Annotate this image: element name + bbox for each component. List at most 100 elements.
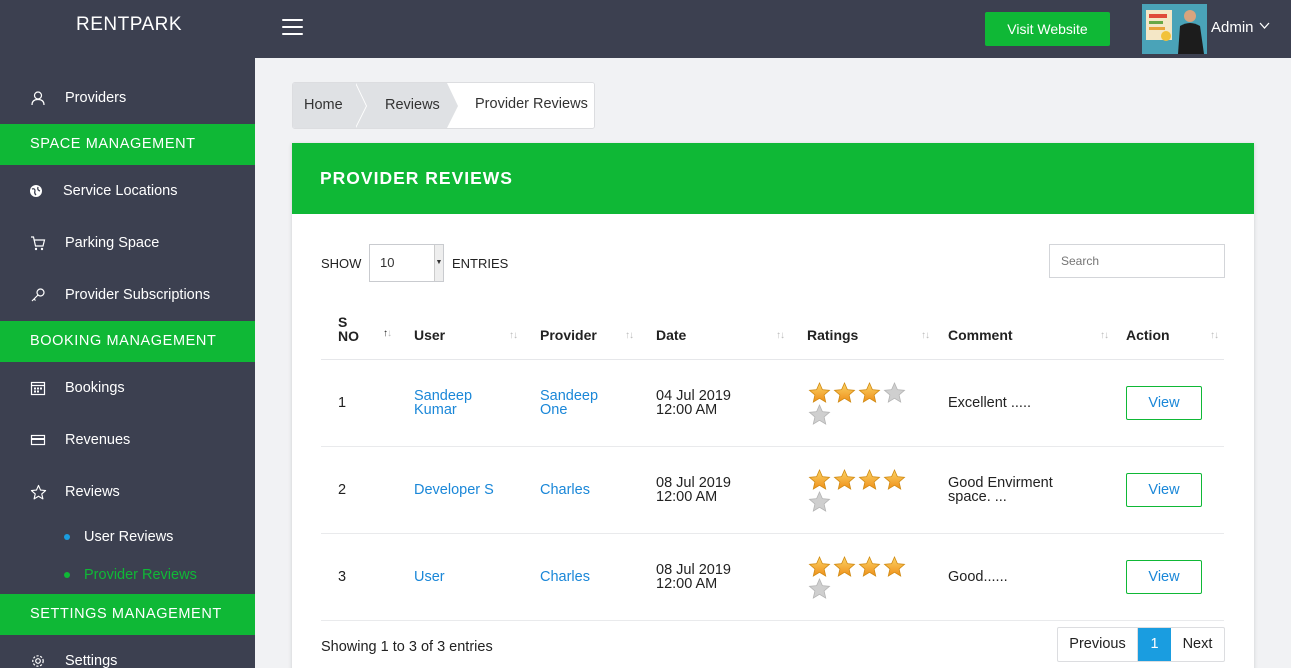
table-row: 2 Developer S Charles 08 Jul 2019 12:00 AM G… xyxy=(321,446,1224,534)
next-page-button[interactable]: Next xyxy=(1171,628,1224,661)
sidebar-item-label: Reviews xyxy=(65,484,120,500)
column-header-label: User xyxy=(414,326,446,343)
sidebar-section-booking-management: BOOKING MANAGEMENT xyxy=(0,321,255,362)
reviews-table: S NO ↑↓ User ↑↓ Provider ↑↓ Date ↑↓ Ratings ↑↓… xyxy=(321,303,1224,621)
star-filled-icon xyxy=(833,381,856,403)
bullet-icon xyxy=(64,572,70,578)
admin-menu-label[interactable]: Admin xyxy=(1211,19,1254,36)
star-filled-icon xyxy=(833,555,856,577)
column-header-sno[interactable]: S NO ↑↓ xyxy=(321,303,396,360)
page-size-select[interactable]: 10 ▼ xyxy=(369,244,444,282)
provider-link[interactable]: Sandeep One xyxy=(540,388,598,418)
top-bar: RENTPARK Visit Website Admin xyxy=(0,0,1291,58)
cell-provider: Sandeep One xyxy=(523,359,639,447)
user-icon xyxy=(29,89,47,107)
sidebar-item-label: Provider Subscriptions xyxy=(65,287,211,303)
table-row: 1 Sandeep Kumar Sandeep One 04 Jul 2019 12:… xyxy=(321,359,1224,447)
column-header-user[interactable]: User ↑↓ xyxy=(396,303,523,360)
cell-sno: 2 xyxy=(321,446,396,534)
menu-toggle-icon[interactable] xyxy=(282,19,303,37)
star-filled-icon xyxy=(883,555,906,577)
show-label: SHOW xyxy=(321,256,362,271)
star-filled-icon xyxy=(808,468,831,490)
sidebar-subitem-provider-reviews[interactable]: Provider Reviews xyxy=(0,560,255,590)
view-button[interactable]: View xyxy=(1126,559,1202,594)
sidebar-item-label: Providers xyxy=(65,90,127,106)
visit-website-button[interactable]: Visit Website xyxy=(985,12,1110,46)
star-rating xyxy=(807,381,911,425)
cell-provider: Charles xyxy=(523,533,639,621)
sort-icon: ↑↓ xyxy=(509,329,518,341)
star-filled-icon xyxy=(808,555,831,577)
sidebar-item-label: Service Locations xyxy=(63,183,178,199)
star-filled-icon xyxy=(858,381,881,403)
provider-reviews-card: PROVIDER REVIEWS SHOW 10 ▼ ENTRIES SNO ↑↓… xyxy=(292,143,1254,668)
sidebar-item-label: Revenues xyxy=(65,432,131,448)
provider-link[interactable]: Charles xyxy=(540,569,590,585)
sidebar-item-reviews[interactable]: Reviews xyxy=(0,472,255,512)
view-button[interactable]: View xyxy=(1126,385,1202,420)
sort-icon: ↑↓ xyxy=(776,329,785,341)
cell-action: View xyxy=(1114,533,1224,621)
breadcrumb-reviews[interactable]: Reviews xyxy=(355,83,459,128)
cell-ratings xyxy=(790,533,935,621)
cell-sno: 1 xyxy=(321,359,396,447)
page-size-value: 10 xyxy=(380,255,395,270)
user-link[interactable]: Sandeep Kumar xyxy=(414,388,472,418)
star-empty-icon xyxy=(808,490,831,512)
cell-action: View xyxy=(1114,359,1224,447)
view-button[interactable]: View xyxy=(1126,472,1202,507)
sidebar-item-bookings[interactable]: Bookings xyxy=(0,368,255,408)
star-filled-icon xyxy=(833,468,856,490)
avatar[interactable] xyxy=(1142,4,1207,54)
column-header-label: Comment xyxy=(948,326,1013,343)
entries-label: ENTRIES xyxy=(452,256,509,271)
gear-icon xyxy=(29,652,47,668)
sidebar-item-label: Parking Space xyxy=(65,235,160,251)
search-input[interactable] xyxy=(1049,244,1225,278)
select-caret-icon: ▼ xyxy=(434,245,443,281)
user-link[interactable]: Developer S xyxy=(414,482,494,498)
sidebar-item-parking-space[interactable]: Parking Space xyxy=(0,223,255,263)
column-header-label: Provider xyxy=(540,326,597,343)
cell-provider: Charles xyxy=(523,446,639,534)
sidebar-item-revenues[interactable]: Revenues xyxy=(0,420,255,460)
cell-comment: Good Envirment space. ... xyxy=(935,446,1114,534)
chevron-down-icon[interactable] xyxy=(1259,19,1270,33)
sidebar-item-providers[interactable]: Providers xyxy=(0,78,255,118)
cell-date: 08 Jul 2019 12:00 AM xyxy=(639,533,790,621)
star-rating xyxy=(807,468,911,512)
user-link[interactable]: User xyxy=(414,569,445,585)
key-icon xyxy=(29,286,47,304)
column-header-date[interactable]: Date ↑↓ xyxy=(639,303,790,360)
sidebar-section-space-management: SPACE MANAGEMENT xyxy=(0,124,255,165)
sort-icon: ↑↓ xyxy=(1210,329,1219,341)
breadcrumb-home[interactable]: Home xyxy=(293,83,367,128)
cell-ratings xyxy=(790,359,935,447)
sidebar-item-settings[interactable]: Settings xyxy=(0,641,255,668)
cell-date: 08 Jul 2019 12:00 AM xyxy=(639,446,790,534)
showing-entries-text: Showing 1 to 3 of 3 entries xyxy=(321,639,493,655)
column-header-provider[interactable]: Provider ↑↓ xyxy=(523,303,639,360)
column-header-ratings[interactable]: Ratings ↑↓ xyxy=(790,303,935,360)
column-header-action[interactable]: Action ↑↓ xyxy=(1114,303,1224,360)
sidebar-subitem-label: User Reviews xyxy=(84,529,174,545)
previous-page-button[interactable]: Previous xyxy=(1058,628,1138,661)
column-header-comment[interactable]: Comment ↑↓ xyxy=(935,303,1114,360)
star-filled-icon xyxy=(858,468,881,490)
sidebar-item-provider-subscriptions[interactable]: Provider Subscriptions xyxy=(0,275,255,315)
star-empty-icon xyxy=(808,577,831,599)
table-row: 3 User Charles 08 Jul 2019 12:00 AM Good....… xyxy=(321,533,1224,621)
sort-icon: ↑↓ xyxy=(625,329,634,341)
sidebar-item-service-locations[interactable]: Service Locations xyxy=(0,171,255,211)
page-1-button[interactable]: 1 xyxy=(1138,628,1171,661)
breadcrumb: Home Reviews Provider Reviews xyxy=(292,82,595,129)
globe-icon xyxy=(27,182,45,200)
bullet-icon xyxy=(64,534,70,540)
sidebar-subitem-user-reviews[interactable]: User Reviews xyxy=(0,522,255,552)
page-title: PROVIDER REVIEWS xyxy=(292,143,1254,214)
cell-user: User xyxy=(396,533,523,621)
brand-logo[interactable]: RENTPARK xyxy=(76,14,182,36)
column-header-label: Action xyxy=(1126,326,1170,343)
provider-link[interactable]: Charles xyxy=(540,482,590,498)
